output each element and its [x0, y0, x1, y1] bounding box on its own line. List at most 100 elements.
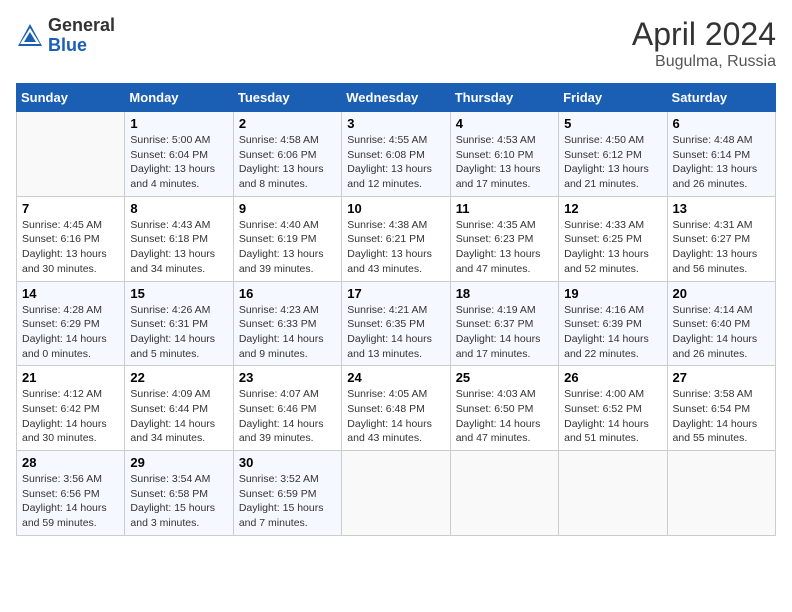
day-number: 14	[22, 286, 119, 301]
day-info: Sunrise: 4:14 AM Sunset: 6:40 PM Dayligh…	[673, 303, 770, 362]
day-number: 20	[673, 286, 770, 301]
calendar-cell	[667, 451, 775, 536]
day-info: Sunrise: 4:19 AM Sunset: 6:37 PM Dayligh…	[456, 303, 553, 362]
day-info: Sunrise: 4:45 AM Sunset: 6:16 PM Dayligh…	[22, 218, 119, 277]
day-info: Sunrise: 4:48 AM Sunset: 6:14 PM Dayligh…	[673, 133, 770, 192]
day-number: 13	[673, 201, 770, 216]
day-info: Sunrise: 4:31 AM Sunset: 6:27 PM Dayligh…	[673, 218, 770, 277]
day-number: 25	[456, 370, 553, 385]
calendar-cell	[559, 451, 667, 536]
day-info: Sunrise: 4:23 AM Sunset: 6:33 PM Dayligh…	[239, 303, 336, 362]
day-number: 24	[347, 370, 444, 385]
calendar-cell: 24 Sunrise: 4:05 AM Sunset: 6:48 PM Dayli…	[342, 366, 450, 451]
calendar-cell: 3Sunrise: 4:55 AM Sunset: 6:08 PM Daylig…	[342, 112, 450, 197]
logo-icon	[16, 22, 44, 50]
day-info: Sunrise: 4:03 AM Sunset: 6:50 PM Dayligh…	[456, 387, 553, 446]
weekday-header-saturday: Saturday	[667, 84, 775, 112]
day-number: 12	[564, 201, 661, 216]
day-number: 26	[564, 370, 661, 385]
calendar-cell: 17 Sunrise: 4:21 AM Sunset: 6:35 PM Dayli…	[342, 281, 450, 366]
calendar-cell: 11Sunrise: 4:35 AM Sunset: 6:23 PM Dayli…	[450, 196, 558, 281]
calendar-cell: 19Sunrise: 4:16 AM Sunset: 6:39 PM Dayli…	[559, 281, 667, 366]
calendar-cell: 25 Sunrise: 4:03 AM Sunset: 6:50 PM Dayli…	[450, 366, 558, 451]
calendar-cell: 7 Sunrise: 4:45 AM Sunset: 6:16 PM Daylig…	[17, 196, 125, 281]
day-info: Sunrise: 4:21 AM Sunset: 6:35 PM Dayligh…	[347, 303, 444, 362]
weekday-header-sunday: Sunday	[17, 84, 125, 112]
day-number: 28	[22, 455, 119, 470]
day-number: 3	[347, 116, 444, 131]
day-number: 6	[673, 116, 770, 131]
day-info: Sunrise: 4:12 AM Sunset: 6:42 PM Dayligh…	[22, 387, 119, 446]
logo: General Blue	[16, 16, 115, 56]
day-info: Sunrise: 5:00 AM Sunset: 6:04 PM Dayligh…	[130, 133, 227, 192]
day-info: Sunrise: 4:05 AM Sunset: 6:48 PM Dayligh…	[347, 387, 444, 446]
calendar-cell: 20 Sunrise: 4:14 AM Sunset: 6:40 PM Dayli…	[667, 281, 775, 366]
calendar-week-5: 28 Sunrise: 3:56 AM Sunset: 6:56 PM Dayli…	[17, 451, 776, 536]
calendar-cell	[17, 112, 125, 197]
day-number: 23	[239, 370, 336, 385]
calendar-cell: 13 Sunrise: 4:31 AM Sunset: 6:27 PM Dayli…	[667, 196, 775, 281]
day-number: 10	[347, 201, 444, 216]
calendar-cell: 21 Sunrise: 4:12 AM Sunset: 6:42 PM Dayli…	[17, 366, 125, 451]
weekday-header-wednesday: Wednesday	[342, 84, 450, 112]
day-info: Sunrise: 4:43 AM Sunset: 6:18 PM Dayligh…	[130, 218, 227, 277]
calendar-cell: 5 Sunrise: 4:50 AM Sunset: 6:12 PM Daylig…	[559, 112, 667, 197]
logo-text: General Blue	[48, 16, 115, 56]
calendar-week-4: 21 Sunrise: 4:12 AM Sunset: 6:42 PM Dayli…	[17, 366, 776, 451]
calendar-week-3: 14 Sunrise: 4:28 AM Sunset: 6:29 PM Dayli…	[17, 281, 776, 366]
calendar-week-1: 1 Sunrise: 5:00 AM Sunset: 6:04 PM Daylig…	[17, 112, 776, 197]
day-info: Sunrise: 4:26 AM Sunset: 6:31 PM Dayligh…	[130, 303, 227, 362]
day-info: Sunrise: 3:54 AM Sunset: 6:58 PM Dayligh…	[130, 472, 227, 531]
day-number: 4	[456, 116, 553, 131]
day-number: 21	[22, 370, 119, 385]
day-info: Sunrise: 4:16 AM Sunset: 6:39 PM Dayligh…	[564, 303, 661, 362]
day-info: Sunrise: 4:07 AM Sunset: 6:46 PM Dayligh…	[239, 387, 336, 446]
weekday-header-thursday: Thursday	[450, 84, 558, 112]
day-info: Sunrise: 4:50 AM Sunset: 6:12 PM Dayligh…	[564, 133, 661, 192]
weekday-header-friday: Friday	[559, 84, 667, 112]
day-number: 16	[239, 286, 336, 301]
title-block: April 2024 Bugulma, Russia	[632, 16, 776, 71]
day-info: Sunrise: 4:35 AM Sunset: 6:23 PM Dayligh…	[456, 218, 553, 277]
calendar-cell: 18 Sunrise: 4:19 AM Sunset: 6:37 PM Dayli…	[450, 281, 558, 366]
day-number: 8	[130, 201, 227, 216]
day-number: 2	[239, 116, 336, 131]
day-info: Sunrise: 3:52 AM Sunset: 6:59 PM Dayligh…	[239, 472, 336, 531]
day-info: Sunrise: 4:38 AM Sunset: 6:21 PM Dayligh…	[347, 218, 444, 277]
day-info: Sunrise: 4:28 AM Sunset: 6:29 PM Dayligh…	[22, 303, 119, 362]
weekday-header-tuesday: Tuesday	[233, 84, 341, 112]
day-number: 1	[130, 116, 227, 131]
weekday-header-monday: Monday	[125, 84, 233, 112]
calendar-cell: 2Sunrise: 4:58 AM Sunset: 6:06 PM Daylig…	[233, 112, 341, 197]
day-number: 27	[673, 370, 770, 385]
day-number: 22	[130, 370, 227, 385]
calendar-table: SundayMondayTuesdayWednesdayThursdayFrid…	[16, 83, 776, 536]
calendar-cell: 23 Sunrise: 4:07 AM Sunset: 6:46 PM Dayli…	[233, 366, 341, 451]
location-title: Bugulma, Russia	[632, 53, 776, 71]
day-info: Sunrise: 3:56 AM Sunset: 6:56 PM Dayligh…	[22, 472, 119, 531]
calendar-cell: 29 Sunrise: 3:54 AM Sunset: 6:58 PM Dayli…	[125, 451, 233, 536]
calendar-week-2: 7 Sunrise: 4:45 AM Sunset: 6:16 PM Daylig…	[17, 196, 776, 281]
day-number: 29	[130, 455, 227, 470]
day-number: 7	[22, 201, 119, 216]
day-info: Sunrise: 4:09 AM Sunset: 6:44 PM Dayligh…	[130, 387, 227, 446]
calendar-cell: 28 Sunrise: 3:56 AM Sunset: 6:56 PM Dayli…	[17, 451, 125, 536]
day-number: 30	[239, 455, 336, 470]
calendar-cell: 27 Sunrise: 3:58 AM Sunset: 6:54 PM Dayli…	[667, 366, 775, 451]
day-number: 18	[456, 286, 553, 301]
calendar-cell: 4Sunrise: 4:53 AM Sunset: 6:10 PM Daylig…	[450, 112, 558, 197]
calendar-cell: 26Sunrise: 4:00 AM Sunset: 6:52 PM Dayli…	[559, 366, 667, 451]
day-number: 9	[239, 201, 336, 216]
calendar-cell: 22 Sunrise: 4:09 AM Sunset: 6:44 PM Dayli…	[125, 366, 233, 451]
calendar-cell	[342, 451, 450, 536]
calendar-cell: 6 Sunrise: 4:48 AM Sunset: 6:14 PM Daylig…	[667, 112, 775, 197]
calendar-cell: 30 Sunrise: 3:52 AM Sunset: 6:59 PM Dayli…	[233, 451, 341, 536]
day-number: 15	[130, 286, 227, 301]
day-number: 5	[564, 116, 661, 131]
calendar-cell: 1 Sunrise: 5:00 AM Sunset: 6:04 PM Daylig…	[125, 112, 233, 197]
day-info: Sunrise: 3:58 AM Sunset: 6:54 PM Dayligh…	[673, 387, 770, 446]
calendar-cell: 10 Sunrise: 4:38 AM Sunset: 6:21 PM Dayli…	[342, 196, 450, 281]
calendar-cell: 8 Sunrise: 4:43 AM Sunset: 6:18 PM Daylig…	[125, 196, 233, 281]
header: General Blue April 2024 Bugulma, Russia	[16, 16, 776, 71]
day-number: 17	[347, 286, 444, 301]
